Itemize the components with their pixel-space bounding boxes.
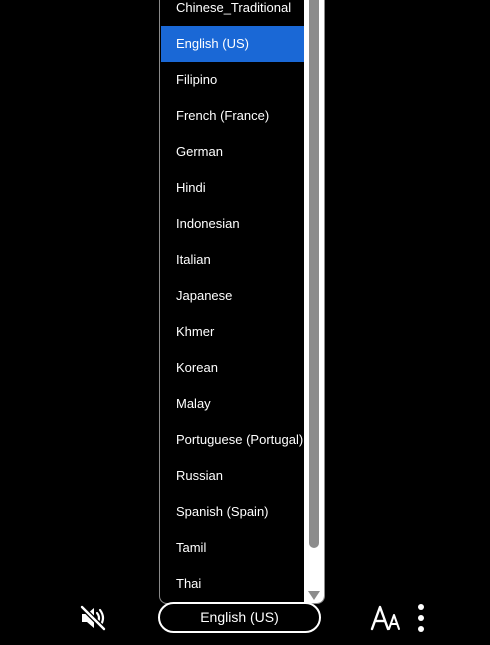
language-option-khmer[interactable]: Khmer (161, 314, 305, 350)
language-option-hindi[interactable]: Hindi (161, 170, 305, 206)
dropdown-scrollbar[interactable] (304, 0, 324, 603)
mute-button[interactable] (77, 602, 109, 634)
language-option-tamil[interactable]: Tamil (161, 530, 305, 566)
language-options: Chinese_Traditional English (US) Filipin… (161, 0, 305, 602)
language-option-spanish-spain[interactable]: Spanish (Spain) (161, 494, 305, 530)
scrollbar-thumb[interactable] (309, 0, 319, 548)
font-size-icon (370, 605, 400, 631)
language-option-filipino[interactable]: Filipino (161, 62, 305, 98)
language-option-portuguese-portugal[interactable]: Portuguese (Portugal) (161, 422, 305, 458)
language-option-japanese[interactable]: Japanese (161, 278, 305, 314)
language-option-french-france[interactable]: French (France) (161, 98, 305, 134)
language-select[interactable]: English (US) (158, 602, 321, 633)
language-option-korean[interactable]: Korean (161, 350, 305, 386)
font-size-button[interactable] (369, 603, 403, 633)
language-dropdown-list[interactable]: Chinese_Traditional English (US) Filipin… (159, 0, 325, 604)
language-option-italian[interactable]: Italian (161, 242, 305, 278)
speaker-muted-icon (79, 604, 107, 632)
language-option-malay[interactable]: Malay (161, 386, 305, 422)
player-screen: Chinese_Traditional English (US) Filipin… (0, 0, 490, 645)
more-options-button[interactable] (410, 601, 432, 635)
language-option-russian[interactable]: Russian (161, 458, 305, 494)
more-vertical-icon (418, 604, 424, 632)
language-option-german[interactable]: German (161, 134, 305, 170)
player-controls-bar: English (US) (0, 597, 490, 641)
language-option-indonesian[interactable]: Indonesian (161, 206, 305, 242)
language-option-english-us[interactable]: English (US) (161, 26, 305, 62)
language-option-chinese-traditional[interactable]: Chinese_Traditional (161, 0, 305, 26)
